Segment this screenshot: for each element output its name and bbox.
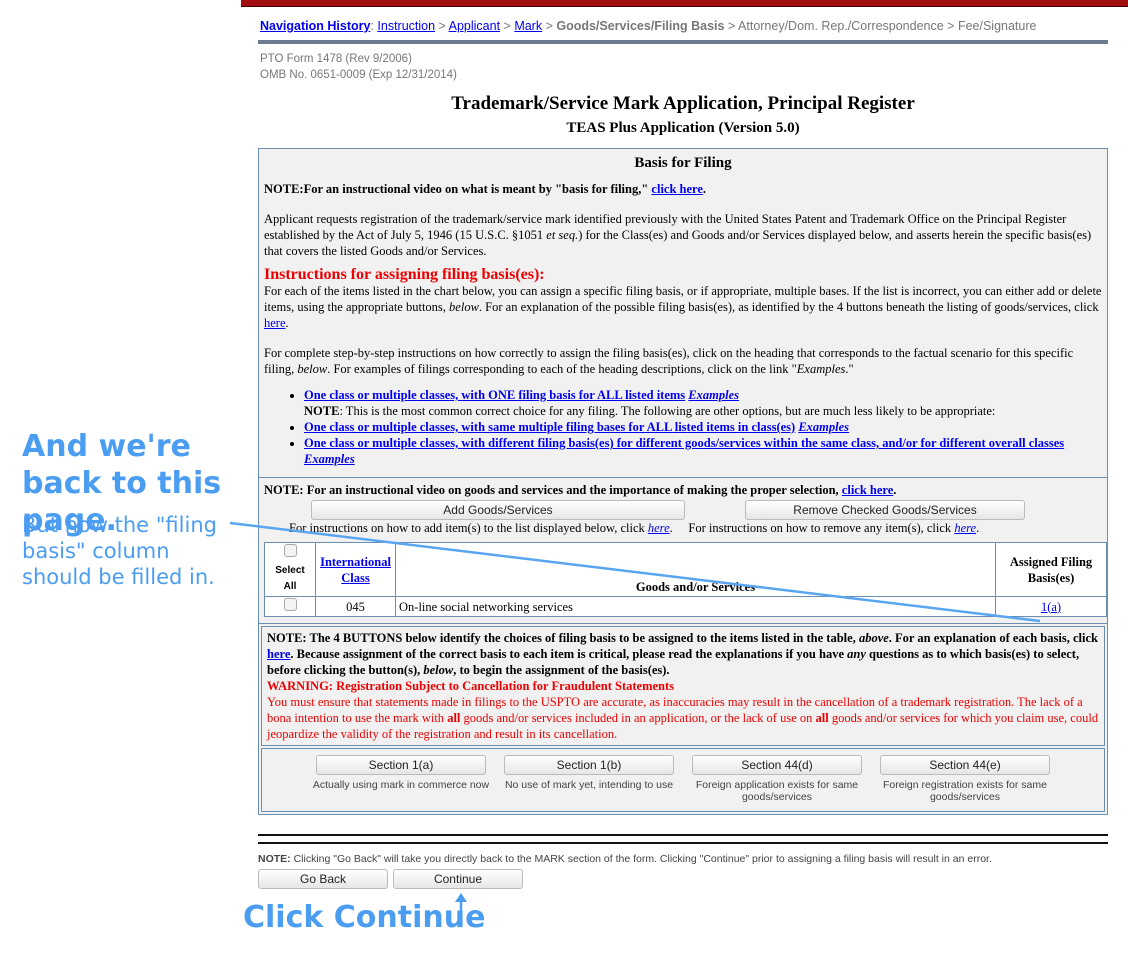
annotation-arrows xyxy=(229,521,1041,922)
pointer-line xyxy=(229,521,1041,623)
arrowhead-icon xyxy=(455,893,467,902)
